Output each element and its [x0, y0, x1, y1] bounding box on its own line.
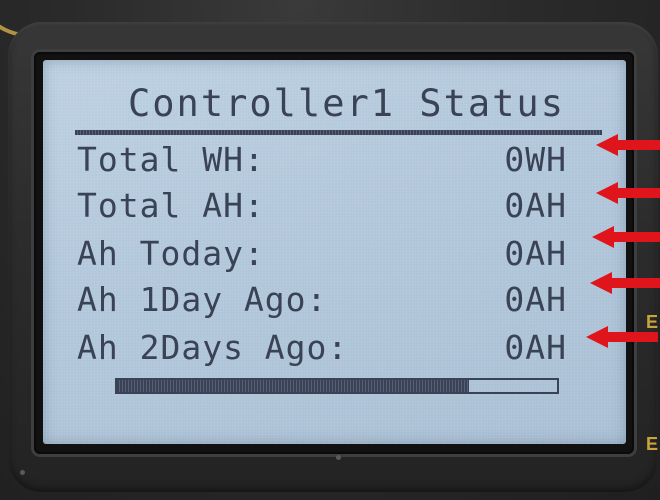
arrow-icon — [590, 272, 660, 294]
screw — [336, 455, 341, 460]
arrow-icon — [592, 226, 660, 248]
status-row-ah-today: Ah Today: 0AH — [77, 234, 567, 278]
status-row-total-wh: Total WH: 0WH — [77, 140, 567, 184]
progress-bar — [115, 378, 559, 394]
screw — [20, 470, 25, 475]
row-label: Ah 1Day Ago: — [77, 280, 328, 319]
progress-bar-fill — [117, 380, 469, 392]
row-value: 0AH — [504, 280, 567, 319]
arrow-icon — [596, 134, 660, 156]
row-value: 0WH — [504, 140, 567, 179]
row-label: Total AH: — [77, 186, 265, 225]
device-photo: Controller1 Status Total WH: 0WH Total A… — [0, 0, 660, 500]
arrow-icon — [596, 182, 660, 204]
side-label: E — [646, 312, 659, 332]
row-value: 0AH — [504, 186, 567, 225]
status-row-ah-1day-ago: Ah 1Day Ago: 0AH — [77, 280, 567, 324]
row-label: Ah 2Days Ago: — [77, 328, 349, 367]
row-value: 0AH — [504, 234, 567, 273]
row-value: 0AH — [504, 328, 567, 367]
title-divider — [75, 130, 602, 135]
row-label: Total WH: — [77, 140, 265, 179]
side-label: E — [646, 434, 659, 454]
screen-title: Controller1 Status — [128, 82, 565, 125]
lcd-screen: Controller1 Status Total WH: 0WH Total A… — [43, 60, 626, 444]
status-row-ah-2days-ago: Ah 2Days Ago: 0AH — [77, 328, 567, 372]
row-label: Ah Today: — [77, 234, 265, 273]
status-row-total-ah: Total AH: 0AH — [77, 186, 567, 230]
